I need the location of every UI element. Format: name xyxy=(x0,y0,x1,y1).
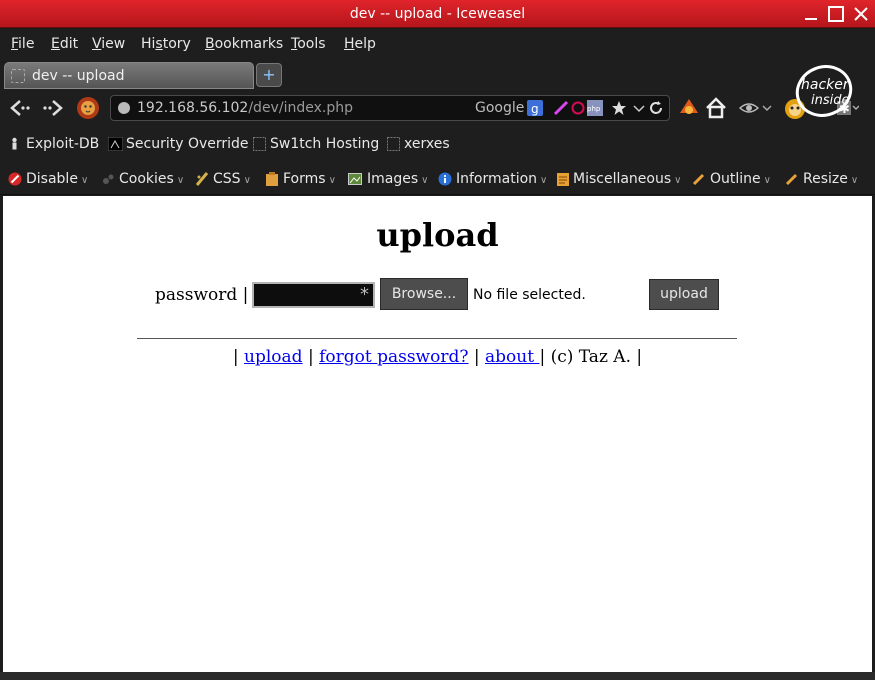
devbar-outline[interactable]: Outline ∨ xyxy=(710,171,771,187)
search-engine-label[interactable]: Google xyxy=(475,100,524,116)
menu-view[interactable]: View xyxy=(92,36,125,52)
minimize-icon[interactable] xyxy=(801,4,821,24)
bookmarks-toolbar: Exploit-DB Security Override Sw1tch Host… xyxy=(0,125,875,161)
maximize-icon[interactable] xyxy=(826,4,846,24)
browse-button[interactable]: Browse... xyxy=(380,278,468,310)
window-title: dev -- upload - Iceweasel xyxy=(349,6,526,22)
menu-bar: File Edit View History Bookmarks Tools H… xyxy=(0,29,875,59)
google-icon[interactable]: g xyxy=(527,100,543,116)
footer-separator: | xyxy=(307,347,314,367)
eye-addon-icon[interactable] xyxy=(736,95,762,121)
footer-link-forgot-password[interactable]: forgot password? xyxy=(319,347,468,367)
security-override-icon xyxy=(108,137,123,151)
footer-copyright: (c) Taz A. xyxy=(550,347,631,367)
file-status: No file selected. xyxy=(473,287,586,303)
tab-strip: dev -- upload + xyxy=(0,59,875,91)
devbar-disable[interactable]: Disable ∨ xyxy=(26,171,88,187)
bookmark-xerxes[interactable]: xerxes xyxy=(404,136,450,152)
footer-separator: | xyxy=(473,347,480,367)
dropdown-chevron-icon[interactable] xyxy=(631,100,647,116)
navigation-bar: 192.168.56.102/dev/index.php Google g ph… xyxy=(0,91,875,125)
php-icon[interactable]: php xyxy=(587,100,603,116)
devbar-images[interactable]: Images ∨ xyxy=(367,171,428,187)
svg-text:g: g xyxy=(531,102,539,116)
menu-history[interactable]: History xyxy=(141,36,191,52)
home-icon[interactable] xyxy=(703,95,729,121)
hacker-inside-logo: hacker inside xyxy=(795,65,853,117)
devbar-cookies[interactable]: Cookies ∨ xyxy=(119,171,184,187)
close-icon[interactable] xyxy=(851,4,871,24)
disable-icon xyxy=(8,172,22,186)
svg-text:php: php xyxy=(587,105,601,113)
resize-pencil-icon xyxy=(785,173,798,186)
site-identity-icon[interactable] xyxy=(118,102,130,114)
images-icon xyxy=(348,173,362,185)
cookies-icon xyxy=(103,174,114,184)
page-icon xyxy=(253,137,266,151)
footer-link-upload[interactable]: upload xyxy=(244,347,303,367)
menu-file[interactable]: File xyxy=(11,36,34,52)
miscellaneous-icon xyxy=(557,173,569,186)
forms-icon xyxy=(266,172,278,186)
bookmark-security-override[interactable]: Security Override xyxy=(126,136,249,152)
bookmark-sw1tch-hosting[interactable]: Sw1tch Hosting xyxy=(270,136,379,152)
information-icon xyxy=(438,172,452,186)
menu-tools[interactable]: Tools xyxy=(291,36,326,52)
reload-icon[interactable] xyxy=(648,100,664,116)
menu-bookmarks[interactable]: Bookmarks xyxy=(205,36,283,52)
password-mask-icon: * xyxy=(360,284,369,305)
devbar-resize[interactable]: Resize ∨ xyxy=(803,171,858,187)
svg-text:hacker: hacker xyxy=(801,77,850,93)
password-label: password | xyxy=(155,285,249,305)
footer-link-about[interactable]: about xyxy=(485,347,539,367)
footer-separator: | xyxy=(636,347,643,367)
footer-separator: | xyxy=(232,347,239,367)
divider xyxy=(137,338,737,339)
svg-text:inside: inside xyxy=(811,93,850,108)
feather-icon[interactable] xyxy=(553,100,569,116)
menu-edit[interactable]: Edit xyxy=(51,36,78,52)
devbar-miscellaneous[interactable]: Miscellaneous ∨ xyxy=(573,171,681,187)
web-developer-toolbar: Disable ∨ Cookies ∨ CSS ∨ Forms ∨ Images ∨ In… xyxy=(0,161,875,195)
hackbar-fox-icon[interactable] xyxy=(676,95,702,121)
page-title: upload xyxy=(376,216,499,254)
menu-help[interactable]: Help xyxy=(344,36,376,52)
page-content: upload password | * Browse... No file se… xyxy=(3,196,872,672)
page-favicon-icon xyxy=(11,69,25,83)
forward-icon[interactable] xyxy=(40,95,66,121)
page-icon xyxy=(387,137,400,151)
window-bottom-frame xyxy=(0,672,875,680)
chevron-down-icon[interactable] xyxy=(760,95,774,121)
url-text[interactable]: 192.168.56.102/dev/index.php xyxy=(137,100,353,116)
footer-separator: | xyxy=(539,347,546,367)
devbar-information[interactable]: Information ∨ xyxy=(456,171,547,187)
bookmark-exploit-db[interactable]: Exploit-DB xyxy=(26,136,99,152)
outline-pencil-icon xyxy=(692,173,705,186)
exploit-db-icon xyxy=(12,137,17,150)
lion-addon-icon[interactable] xyxy=(75,95,101,121)
password-input[interactable]: * xyxy=(252,282,375,308)
upload-button[interactable]: upload xyxy=(649,279,719,310)
tab-label: dev -- upload xyxy=(32,68,125,84)
window-titlebar: dev -- upload - Iceweasel xyxy=(0,0,875,28)
star-icon[interactable] xyxy=(611,100,627,116)
back-icon[interactable] xyxy=(6,95,32,121)
debian-swirl-icon[interactable] xyxy=(570,100,586,116)
url-bar[interactable]: 192.168.56.102/dev/index.php Google g ph… xyxy=(110,95,670,121)
css-icon xyxy=(195,172,209,186)
devbar-forms[interactable]: Forms ∨ xyxy=(283,171,336,187)
footer-nav: | upload | forgot password? | about | (c… xyxy=(3,347,872,367)
new-tab-button[interactable]: + xyxy=(256,63,282,87)
tab-dev-upload[interactable]: dev -- upload xyxy=(4,62,254,89)
devbar-css[interactable]: CSS ∨ xyxy=(213,171,251,187)
